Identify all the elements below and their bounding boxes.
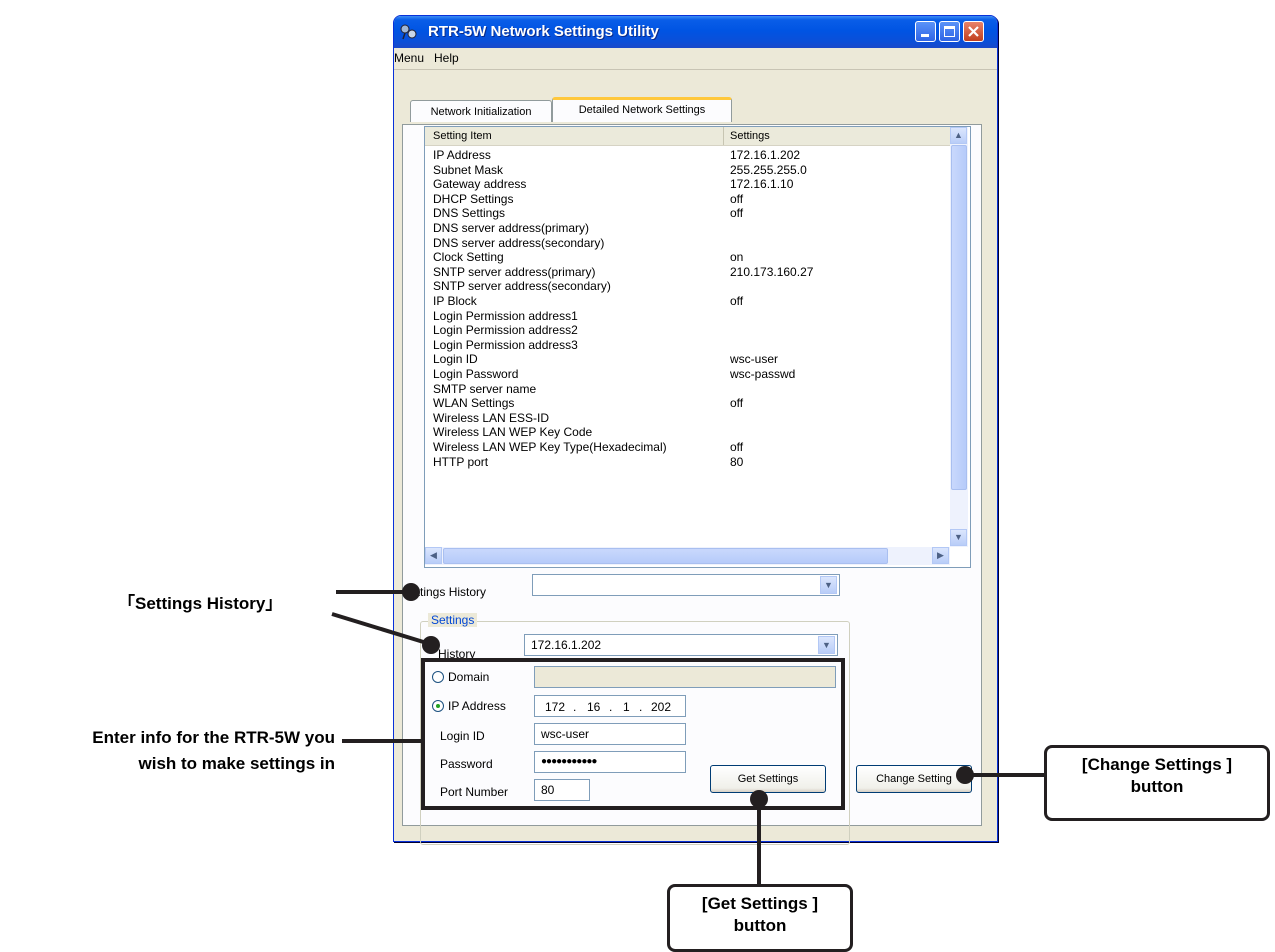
callout-change-settings: [Change Settings ] button	[1044, 745, 1270, 821]
list-item[interactable]: Clock Setting	[433, 250, 504, 265]
callout-settings-history: 「Settings History」	[118, 594, 283, 613]
settings-history-combo[interactable]	[532, 574, 840, 596]
list-header: Setting Item Settings	[425, 127, 950, 146]
callout-get-settings-line1: [Get Settings ]	[701, 894, 819, 913]
close-icon	[968, 26, 979, 37]
list-item[interactable]: Wireless LAN ESS-ID	[433, 411, 549, 426]
list-item[interactable]: Wireless LAN WEP Key Code	[433, 425, 592, 440]
vertical-scrollbar[interactable]: ▲ ▼	[950, 127, 968, 547]
list-item-value: off	[730, 294, 744, 308]
list-item[interactable]: IP Block	[433, 294, 477, 309]
horizontal-scrollbar[interactable]: ◀ ▶	[425, 547, 950, 565]
list-item[interactable]: DNS Settings	[433, 206, 505, 221]
leader-line	[966, 773, 1046, 777]
list-item[interactable]: SNTP server address(secondary)	[433, 279, 611, 294]
close-button[interactable]	[963, 21, 984, 42]
list-item[interactable]: Login Permission address2	[433, 323, 578, 338]
window-title: RTR-5W Network Settings Utility	[428, 23, 659, 40]
list-item[interactable]: Login Permission address1	[433, 309, 578, 324]
list-item-value: 80	[730, 454, 744, 469]
settings-list[interactable]: Setting Item Settings IP Address 172.16.1…	[424, 126, 971, 568]
scroll-down-icon[interactable]: ▼	[950, 529, 967, 546]
list-item-value: off	[730, 440, 744, 454]
title-bar[interactable]: RTR-5W Network Settings Utility	[394, 16, 997, 48]
chevron-down-icon[interactable]: ▼	[818, 636, 835, 654]
vertical-scroll-thumb[interactable]	[951, 145, 967, 490]
list-item[interactable]: Login Permission address3	[433, 338, 578, 353]
list-item[interactable]: SMTP server name	[433, 382, 536, 397]
list-item-value: wsc-passwd	[730, 367, 796, 381]
list-item-value: 172.16.1.10	[730, 177, 794, 192]
callout-change-settings-line1: [Change Settings ]	[1081, 755, 1233, 774]
leader-line	[336, 590, 408, 594]
callout-change-settings-line2: button	[1130, 777, 1184, 796]
list-item[interactable]: SNTP server address(primary)	[433, 265, 595, 280]
scroll-right-icon[interactable]: ▶	[932, 547, 949, 564]
callout-get-settings: [Get Settings ] button	[667, 884, 853, 952]
minimize-button[interactable]	[915, 21, 936, 42]
list-item[interactable]: DNS server address(secondary)	[433, 236, 604, 251]
list-item-value: on	[730, 250, 744, 265]
column-header-settings[interactable]: Settings	[730, 130, 770, 142]
list-item-value: 255.255.255.0	[730, 162, 807, 177]
list-item[interactable]: IP Address	[433, 148, 491, 163]
history-combo[interactable]: 172.16.1.202	[524, 634, 838, 656]
minimize-icon	[921, 34, 929, 37]
list-item[interactable]: Subnet Mask	[433, 163, 503, 178]
list-item[interactable]: Wireless LAN WEP Key Type(Hexadecimal)	[433, 440, 667, 455]
list-item[interactable]: Gateway address	[433, 177, 526, 192]
tab-detailed-network-settings[interactable]: Detailed Network Settings	[552, 97, 732, 122]
list-item-value: 210.173.160.27	[730, 264, 814, 279]
menu-bar: Menu Help	[394, 48, 997, 70]
list-item[interactable]: DNS server address(primary)	[433, 221, 589, 236]
maximize-icon	[944, 26, 955, 37]
list-item-value: off	[730, 191, 744, 206]
column-header-setting-item[interactable]: Setting Item	[433, 130, 492, 142]
leader-line	[342, 739, 422, 743]
scroll-up-icon[interactable]: ▲	[950, 127, 967, 144]
list-item[interactable]: Login Password	[433, 367, 518, 382]
list-item[interactable]: DHCP Settings	[433, 192, 513, 207]
callout-get-settings-line2: button	[733, 916, 787, 935]
list-item-value: off	[730, 206, 744, 221]
chevron-down-icon[interactable]: ▼	[820, 576, 837, 594]
list-item-value: 172.16.1.202	[730, 148, 801, 162]
leader-line	[757, 800, 761, 886]
list-item[interactable]: HTTP port	[433, 455, 488, 470]
list-item-value: off	[730, 396, 744, 411]
input-highlight-box	[421, 658, 845, 810]
horizontal-scroll-thumb[interactable]	[443, 548, 888, 564]
list-item[interactable]: WLAN Settings	[433, 396, 514, 411]
leader-dot	[422, 636, 440, 654]
callout-enter-info-line2: wish to make settings in	[138, 754, 336, 773]
change-settings-button[interactable]: Change Setting	[856, 765, 972, 793]
scroll-left-icon[interactable]: ◀	[425, 547, 442, 564]
network-app-icon	[400, 24, 417, 40]
maximize-button[interactable]	[939, 21, 960, 42]
menu-item-menu[interactable]: Menu	[394, 51, 424, 65]
list-rows: IP Address 172.16.1.202 Subnet Mask 255.255…	[425, 148, 950, 547]
callout-enter-info-line1: Enter info for the RTR-5W you	[92, 728, 335, 747]
list-item[interactable]: Login ID	[433, 352, 478, 367]
leader-dot	[402, 583, 420, 601]
menu-item-help[interactable]: Help	[434, 51, 459, 65]
tab-network-initialization[interactable]: Network Initialization	[410, 100, 552, 122]
list-item-value: wsc-user	[730, 352, 779, 367]
